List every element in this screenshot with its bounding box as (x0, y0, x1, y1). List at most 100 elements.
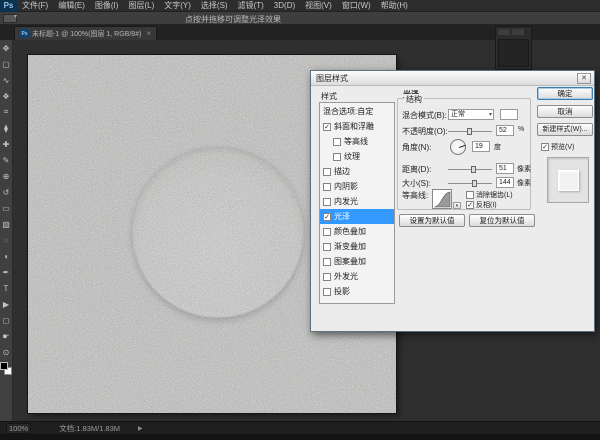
zoom-tool-icon[interactable]: ⊙ (0, 344, 13, 360)
satin-color-swatch[interactable] (500, 109, 518, 120)
ok-button[interactable]: 确定 (537, 87, 593, 100)
style-checkbox[interactable] (323, 228, 331, 236)
menu-item[interactable]: 视图(V) (300, 0, 337, 11)
new-style-button[interactable]: 新建样式(W)... (537, 123, 593, 136)
path-selection-tool-icon[interactable]: ▶ (0, 296, 13, 312)
menu-item[interactable]: 3D(D) (269, 1, 300, 10)
make-default-button[interactable]: 设置为默认值 (399, 214, 465, 227)
tools-list: ✥▢∿❖⌗⧫✚✎⊕↺▭▧◌◖✒T▶◻☛⊙ (0, 40, 13, 360)
tab-close-icon[interactable]: × (144, 29, 151, 38)
shape-tool-icon[interactable]: ◻ (0, 312, 13, 328)
eyedropper-tool-icon[interactable]: ⧫ (0, 120, 13, 136)
move-tool-icon[interactable]: ✥ (0, 40, 13, 56)
style-row[interactable]: 内阴影 (320, 179, 394, 194)
size-unit: 像素 (517, 178, 531, 188)
marquee-tool-icon[interactable]: ▢ (0, 56, 13, 72)
menu-bar: Ps 文件(F)编辑(E)图像(I)图层(L)文字(Y)选择(S)滤镜(T)3D… (0, 0, 600, 12)
antialias-option[interactable]: 消除锯齿(L) (466, 190, 513, 200)
style-row[interactable]: 内发光 (320, 194, 394, 209)
style-checkbox[interactable] (323, 258, 331, 266)
embossed-circle-layer (132, 146, 304, 318)
preview-option[interactable]: ✓ 预览(V) (541, 142, 574, 152)
style-label: 描边 (334, 166, 350, 177)
style-row[interactable]: 渐变叠加 (320, 239, 394, 254)
status-menu-arrow-icon[interactable]: ▶ (138, 425, 143, 432)
lasso-tool-icon[interactable]: ∿ (0, 72, 13, 88)
size-label: 大小(S): (402, 178, 431, 189)
menu-item[interactable]: 文件(F) (17, 0, 53, 11)
panel-tab[interactable] (498, 29, 510, 35)
menu-item[interactable]: 图层(L) (123, 0, 159, 11)
style-row[interactable]: 混合选项:自定 (320, 104, 394, 119)
type-tool-icon[interactable]: T (0, 280, 13, 296)
style-row[interactable]: ✓ 斜面和浮雕 (320, 119, 394, 134)
gradient-tool-icon[interactable]: ▧ (0, 216, 13, 232)
zoom-level-field[interactable]: 100% (6, 423, 31, 434)
quick-selection-tool-icon[interactable]: ❖ (0, 88, 13, 104)
crop-tool-icon[interactable]: ⌗ (0, 104, 13, 120)
distance-slider-thumb[interactable] (471, 166, 476, 173)
style-row[interactable]: 描边 (320, 164, 394, 179)
size-slider-thumb[interactable] (472, 180, 477, 187)
style-row[interactable]: 纹理 (320, 149, 394, 164)
antialias-checkbox[interactable] (466, 191, 474, 199)
cancel-button[interactable]: 取消 (537, 105, 593, 118)
dodge-tool-icon[interactable]: ◖ (0, 248, 13, 264)
menu-item[interactable]: 图像(I) (90, 0, 124, 11)
style-row[interactable]: 投影 (320, 284, 394, 299)
menu-item[interactable]: 选择(S) (196, 0, 233, 11)
angle-dial[interactable] (450, 139, 466, 155)
style-preview-thumbnail (547, 157, 589, 203)
brush-tool-icon[interactable]: ✎ (0, 152, 13, 168)
contour-dropdown-icon[interactable]: ▾ (453, 202, 461, 209)
opacity-slider-thumb[interactable] (467, 128, 472, 135)
distance-value[interactable]: 51 (496, 163, 514, 174)
dialog-close-icon[interactable]: ✕ (577, 73, 591, 84)
style-checkbox[interactable] (323, 243, 331, 251)
history-brush-tool-icon[interactable]: ↺ (0, 184, 13, 200)
style-row[interactable]: ✓ 光泽 (320, 209, 394, 224)
opacity-slider[interactable] (448, 131, 492, 132)
menu-item[interactable]: 帮助(H) (376, 0, 413, 11)
panel-tab[interactable] (512, 29, 524, 35)
style-checkbox[interactable] (323, 273, 331, 281)
document-tab[interactable]: Ps 未标题-1 @ 100%(图层 1, RGB/8#) × (14, 26, 157, 40)
dialog-title-bar[interactable]: 图层样式 (311, 71, 594, 86)
style-checkbox[interactable] (333, 138, 341, 146)
menu-item[interactable]: 窗口(W) (337, 0, 376, 11)
angle-value[interactable]: 19 (472, 141, 490, 152)
blend-mode-select[interactable]: 正常 (448, 109, 494, 120)
hand-tool-icon[interactable]: ☛ (0, 328, 13, 344)
foreground-color-swatch[interactable] (0, 362, 8, 370)
clone-stamp-tool-icon[interactable]: ⊕ (0, 168, 13, 184)
menu-item[interactable]: 滤镜(T) (233, 0, 269, 11)
contour-thumbnail[interactable] (432, 189, 452, 209)
size-value[interactable]: 144 (496, 177, 514, 188)
style-checkbox[interactable] (323, 198, 331, 206)
style-checkbox[interactable] (323, 183, 331, 191)
tool-preset-icon[interactable] (3, 14, 17, 23)
preview-checkbox[interactable]: ✓ (541, 143, 549, 151)
healing-brush-tool-icon[interactable]: ✚ (0, 136, 13, 152)
style-checkbox[interactable] (323, 168, 331, 176)
style-checkbox[interactable]: ✓ (323, 213, 331, 221)
opacity-value[interactable]: 52 (496, 125, 514, 136)
blur-tool-icon[interactable]: ◌ (0, 232, 13, 248)
distance-slider[interactable] (448, 169, 492, 170)
reset-default-button[interactable]: 复位为默认值 (469, 214, 535, 227)
style-checkbox[interactable] (333, 153, 341, 161)
style-checkbox[interactable] (323, 288, 331, 296)
style-row[interactable]: 图案叠加 (320, 254, 394, 269)
style-row[interactable]: 外发光 (320, 269, 394, 284)
size-slider[interactable] (448, 183, 492, 184)
style-row[interactable]: 颜色叠加 (320, 224, 394, 239)
invert-checkbox[interactable]: ✓ (466, 201, 474, 209)
style-row[interactable]: 等高线 (320, 134, 394, 149)
pen-tool-icon[interactable]: ✒ (0, 264, 13, 280)
invert-option[interactable]: ✓ 反相(I) (466, 200, 497, 210)
menu-item[interactable]: 编辑(E) (53, 0, 90, 11)
style-checkbox[interactable]: ✓ (323, 123, 331, 131)
menu-item[interactable]: 文字(Y) (159, 0, 196, 11)
eraser-tool-icon[interactable]: ▭ (0, 200, 13, 216)
foreground-background-swatches[interactable] (0, 362, 12, 375)
